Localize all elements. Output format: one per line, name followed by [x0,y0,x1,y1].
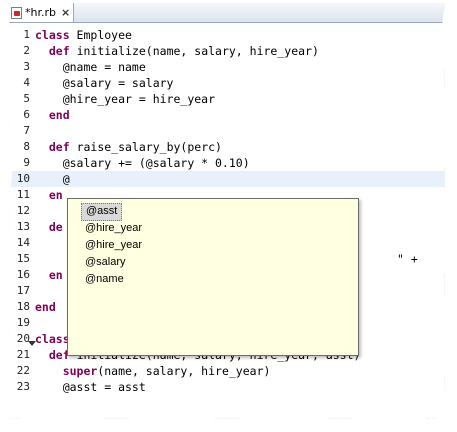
code-editor[interactable]: 23 @asst = asst 22 super(name, salary, hi… [8,23,445,419]
code-line[interactable]: 5 @hire_year = hire_year [8,91,445,107]
code-text: @salary = salary [35,75,174,91]
line-number: 18 [16,300,30,313]
code-token: raise_salary_by(perc) [69,140,222,154]
code-line[interactable]: 10 @ [8,171,445,187]
code-text: def raise_salary_by(perc) [35,139,222,155]
code-text: def initialize(name, salary, hire_year) [35,43,319,59]
line-number: 15 [16,252,30,265]
code-text: de [35,219,63,235]
autocomplete-item[interactable]: @name [81,271,128,287]
line-number: 17 [16,284,30,297]
code-token: @name = name [35,60,146,74]
code-text: @ [35,171,70,187]
keyword-token: end [48,108,70,122]
folding-marker-icon [28,341,36,346]
code-line[interactable]: 1 class Employee [8,27,445,43]
keyword-token: end [35,300,56,314]
code-token: @ [35,172,70,186]
keyword-token: super [62,364,98,378]
keyword-token: en [48,268,63,282]
code-token: Employee [69,28,132,42]
code-text: en [35,187,63,203]
code-text: @name = name [35,59,146,75]
keyword-token: class [35,28,70,42]
line-number: 4 [23,76,30,89]
code-text: end [35,107,70,123]
line-number: 9 [23,156,30,169]
autocomplete-item[interactable]: @salary [81,254,130,270]
code-line[interactable]: 7 [8,123,445,139]
code-text: super(name, salary, hire_year) [35,363,271,379]
code-text: @asst = asst [35,379,146,395]
code-text: @hire_year = hire_year [35,91,215,107]
line-number: 8 [23,140,30,153]
code-line[interactable]: 23 @asst = asst [8,379,445,395]
code-text: @salary += (@salary * 0.10) [35,155,250,171]
code-token: @asst = asst [35,380,146,394]
keyword-token: class [35,332,70,346]
code-text: end [35,299,56,315]
code-text: en [35,267,63,283]
code-token: @salary = salary [35,76,174,90]
editor-tab-bar: *hr.rb × [8,3,445,23]
code-line[interactable]: 9 @salary += (@salary * 0.10) [8,155,445,171]
code-text: class Employee [35,27,132,43]
line-number: 10 [16,172,30,185]
code-line[interactable]: 8 def raise_salary_by(perc) [8,139,445,155]
line-number: 3 [23,60,30,73]
autocomplete-item[interactable]: @hire_year [81,237,146,253]
keyword-token: def [48,140,70,154]
line-number: 1 [23,28,30,41]
line-number: 22 [16,364,30,377]
line-number: 6 [23,108,30,121]
ruby-file-icon [11,6,22,19]
line-number: 21 [16,348,30,361]
tab-hr-rb[interactable]: *hr.rb × [8,3,74,22]
code-line[interactable]: 2 def initialize(name, salary, hire_year… [8,43,445,59]
autocomplete-popup: @asst @hire_year @hire_year @salary @name [67,198,359,356]
line-number: 12 [16,204,30,217]
line-number: 19 [16,316,30,329]
code-line[interactable]: 22 super(name, salary, hire_year) [8,363,445,379]
line-number: 11 [16,188,30,201]
editor-window: *hr.rb × 23 @asst = asst 22 super(name, s… [8,3,445,419]
tab-title: *hr.rb [25,6,56,19]
code-token: @salary += (@salary * 0.10) [35,156,250,170]
line-14-tail-text: " + [397,252,418,266]
line-number: 2 [23,44,30,57]
line-number: 20 [16,332,30,345]
autocomplete-item[interactable]: @asst [81,203,123,221]
autocomplete-item[interactable]: @hire_year [81,220,146,236]
line-number: 7 [23,124,30,137]
line-number: 13 [16,220,30,233]
line-number: 23 [16,380,30,393]
code-token: @hire_year = hire_year [35,92,216,106]
code-line[interactable]: 3 @name = name [8,59,445,75]
code-token: initialize(name, salary, hire_year) [69,44,319,58]
line-number: 14 [16,236,30,249]
keyword-token: en [48,188,63,202]
code-token: (name, salary, hire_year) [97,364,271,378]
code-line[interactable]: 4 @salary = salary [8,75,445,91]
keyword-token: de [48,220,63,234]
keyword-token: def [48,44,70,58]
close-icon[interactable]: × [61,6,70,19]
line-number: 16 [16,268,30,281]
code-line[interactable]: 6 end [8,107,445,123]
line-number: 5 [23,92,30,105]
